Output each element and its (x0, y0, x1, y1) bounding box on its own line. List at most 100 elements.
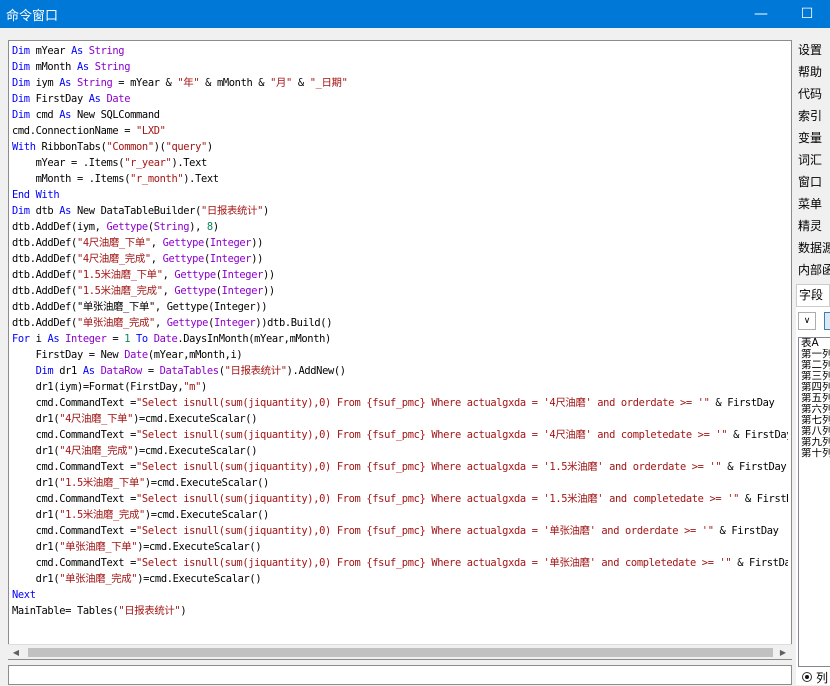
field-list-item[interactable]: 第七列 (799, 415, 830, 426)
code-token: dr1( (12, 477, 60, 489)
field-list-item[interactable]: 表A (799, 338, 830, 349)
code-token: & FirstDay (727, 429, 788, 441)
code-token: cmd.CommandText = (12, 525, 137, 537)
scroll-left-arrow-icon[interactable]: ◀ (10, 647, 22, 658)
code-line: dr1("4尺油磨_完成")=cmd.ExecuteScalar() (12, 443, 788, 459)
side-button[interactable]: 窗口 (796, 172, 830, 193)
side-button[interactable]: 内部函数 (796, 260, 830, 281)
code-token: = (106, 333, 125, 345)
code-token: Integer (214, 317, 256, 329)
code-token: "4尺油磨_完成" (59, 445, 134, 457)
field-list-item[interactable]: 第十列 (799, 448, 830, 459)
side-button[interactable]: 变量 (796, 128, 830, 149)
side-button[interactable]: 数据源 (796, 238, 830, 259)
code-line: cmd.CommandText ="Select isnull(sum(jiqu… (12, 523, 788, 539)
code-token: )=cmd.ExecuteScalar() (144, 509, 269, 521)
field-list-item[interactable]: 第四列 (799, 382, 830, 393)
code-token: dtb.AddDef( (12, 285, 77, 297)
code-token: , (154, 317, 167, 329)
code-token: dr1 (53, 365, 83, 377)
field-list-item[interactable]: 第五列 (799, 393, 830, 404)
code-token: & FirstDay (713, 525, 779, 537)
code-token: "1.5米油磨_下单" (59, 477, 145, 489)
code-token: dtb.AddDef(iym, (12, 221, 107, 233)
side-button[interactable]: 帮助 (796, 62, 830, 83)
side-button[interactable]: 菜单 (796, 194, 830, 215)
code-token: dtb.AddDef( (12, 237, 77, 249)
code-token: DataTables (159, 365, 219, 377)
side-button[interactable]: 索引 (796, 106, 830, 127)
code-token: , (150, 253, 163, 265)
code-line: cmd.CommandText ="Select isnull(sum(jiqu… (12, 555, 788, 571)
side-button[interactable]: 精灵 (796, 216, 830, 237)
field-action-button[interactable] (824, 312, 830, 330)
code-line: dtb.AddDef("单张油磨_完成", Gettype(Integer))d… (12, 315, 788, 331)
code-token: ))dtb.Build() (255, 317, 333, 329)
code-token: As (59, 205, 72, 217)
code-token: dr1(iym)=Format(FirstDay, (12, 381, 184, 393)
code-line: dr1("4尺油磨_下单")=cmd.ExecuteScalar() (12, 411, 788, 427)
field-list-item[interactable]: 第八列 (799, 426, 830, 437)
code-token: mYear (29, 45, 72, 57)
code-line: Dim cmd As New SQLCommand (12, 107, 788, 123)
field-list[interactable]: 表A 第一列 第二列 第三列 第四列 第五列 第六列 第七列 第八列 第九列 第十列 (798, 337, 830, 667)
table-select[interactable]: ∨ (798, 312, 816, 330)
code-token: "Select isnull(sum(jiquantity),0) From {… (136, 429, 728, 441)
code-token: "Select isnull(sum(jiquantity),0) From {… (136, 493, 740, 505)
code-token: = mYear & (112, 77, 178, 89)
code-token: "日报表统计" (224, 365, 287, 377)
code-line: cmd.CommandText ="Select isnull(sum(jiqu… (12, 459, 788, 475)
code-token: , (162, 285, 175, 297)
maximize-button[interactable]: ☐ (784, 0, 830, 28)
code-token: dtb.AddDef( (12, 269, 77, 281)
tab-fields[interactable]: 字段 (796, 284, 830, 306)
side-button[interactable]: 设置 (796, 40, 830, 61)
code-token: .DaysInMonth(mYear,mMonth) (177, 333, 331, 345)
code-token: mMonth (29, 61, 77, 73)
field-list-item[interactable]: 第九列 (799, 437, 830, 448)
code-token: )) (251, 253, 264, 265)
code-token: ).Text (171, 157, 207, 169)
code-token: & (291, 77, 310, 89)
code-token: & FirstDay (744, 493, 788, 505)
scroll-right-arrow-icon[interactable]: ▶ (777, 647, 789, 658)
field-list-item[interactable]: 第二列 (799, 360, 830, 371)
code-line: Dim iym As String = mYear & "年" & mMonth… (12, 75, 788, 91)
side-button[interactable]: 词汇 (796, 150, 830, 171)
code-token: = (141, 365, 160, 377)
code-token: "_日期" (309, 77, 348, 89)
field-list-item[interactable]: 第三列 (799, 371, 830, 382)
horizontal-scrollbar[interactable]: ◀ ▶ (8, 644, 792, 659)
code-token: RibbonTabs( (35, 141, 107, 153)
minimize-button[interactable]: — (738, 0, 784, 28)
code-token: For (12, 333, 30, 345)
code-token: )=cmd.ExecuteScalar() (137, 541, 262, 553)
code-token: "Select isnull(sum(jiquantity),0) From {… (136, 525, 714, 537)
code-line: dtb.AddDef("单张油磨_下单", Gettype(Integer)) (12, 299, 788, 315)
code-token: Gettype (106, 221, 149, 233)
scrollbar-thumb[interactable] (28, 648, 773, 657)
code-line: cmd.CommandText ="Select isnull(sum(jiqu… (12, 427, 788, 443)
code-token: )=cmd.ExecuteScalar() (144, 477, 269, 489)
code-token: Integer (209, 237, 252, 249)
code-editor[interactable]: Dim mYear As String Dim mMonth As String D… (8, 40, 792, 660)
code-token: String (94, 61, 131, 73)
radio-button[interactable] (802, 672, 812, 682)
output-box[interactable] (8, 665, 792, 685)
code-token: "4尺油磨_下单" (76, 237, 151, 249)
code-line: dr1("1.5米油磨_完成")=cmd.ExecuteScalar() (12, 507, 788, 523)
code-token: cmd (29, 109, 60, 121)
code-token: Dim (12, 205, 30, 217)
code-token: Date (153, 333, 178, 345)
code-line: dtb.AddDef("1.5米油磨_完成", Gettype(Integer)… (12, 283, 788, 299)
window-title: 命令窗口 (6, 9, 59, 24)
code-token: cmd.CommandText = (12, 429, 137, 441)
side-button[interactable]: 代码 (796, 84, 830, 105)
code-token: With (12, 141, 36, 153)
code-line: For i As Integer = 1 To Date.DaysInMonth… (12, 331, 788, 347)
code-token: "query" (165, 141, 208, 153)
field-list-item[interactable]: 第六列 (799, 404, 830, 415)
code-token: (mYear,mMonth,i) (147, 349, 243, 361)
field-list-item[interactable]: 第一列 (799, 349, 830, 360)
